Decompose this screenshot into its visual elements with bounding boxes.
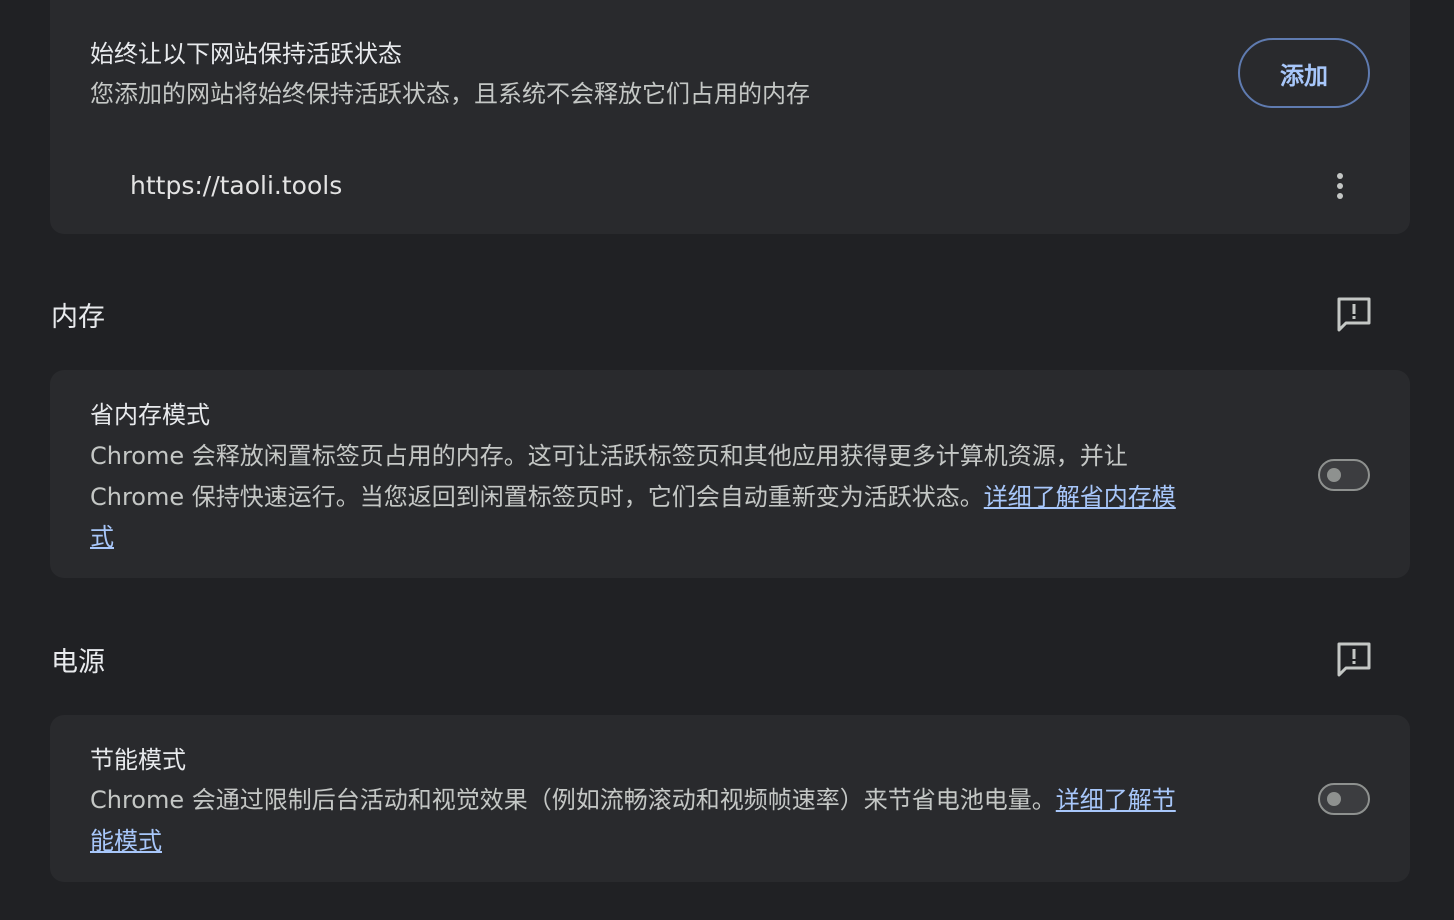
energy-saver-title: 节能模式 xyxy=(90,746,186,774)
menu-dot xyxy=(1337,173,1343,179)
power-section-header: 电源 xyxy=(51,647,105,678)
memory-saver-card: 省内存模式 Chrome 会释放闲置标签页占用的内存。这可让活跃标签页和其他应用… xyxy=(50,370,1410,578)
memory-desc-line1: Chrome 会释放闲置标签页占用的内存。这可让活跃标签页和其他应用获得更多计算… xyxy=(90,442,1128,470)
more-vert-icon[interactable] xyxy=(1328,170,1352,202)
power-learn-more-link-cont[interactable]: 能模式 xyxy=(90,827,162,855)
power-learn-more-link[interactable]: 详细了解节 xyxy=(1056,786,1176,814)
memory-feedback-icon[interactable] xyxy=(1334,294,1374,334)
power-desc: Chrome 会通过限制后台活动和视觉效果（例如流畅滚动和视频帧速率）来节省电池… xyxy=(90,786,1056,814)
power-feedback-icon[interactable] xyxy=(1334,639,1374,679)
keep-active-description: 您添加的网站将始终保持活跃状态，且系统不会释放它们占用的内存 xyxy=(90,80,810,108)
add-site-button[interactable]: 添加 xyxy=(1238,38,1370,108)
performance-settings-page: 始终让以下网站保持活跃状态 您添加的网站将始终保持活跃状态，且系统不会释放它们占… xyxy=(0,0,1454,920)
toggle-knob xyxy=(1327,792,1341,806)
energy-saver-toggle[interactable] xyxy=(1318,783,1370,815)
menu-dot xyxy=(1337,193,1343,199)
memory-saver-title: 省内存模式 xyxy=(90,401,210,429)
keep-active-card: 始终让以下网站保持活跃状态 您添加的网站将始终保持活跃状态，且系统不会释放它们占… xyxy=(50,0,1410,234)
memory-saver-toggle[interactable] xyxy=(1318,459,1370,491)
menu-dot xyxy=(1337,183,1343,189)
memory-desc-line2: Chrome 保持快速运行。当您返回到闲置标签页时，它们会自动重新变为活跃状态。 xyxy=(90,482,984,511)
toggle-knob xyxy=(1327,468,1341,482)
memory-learn-more-link-cont[interactable]: 式 xyxy=(90,523,114,551)
energy-saver-card: 节能模式 Chrome 会通过限制后台活动和视觉效果（例如流畅滚动和视频帧速率）… xyxy=(50,715,1410,882)
site-url: https://taoli.tools xyxy=(130,171,343,200)
energy-saver-description: Chrome 会通过限制后台活动和视觉效果（例如流畅滚动和视频帧速率）来节省电池… xyxy=(90,780,1265,861)
memory-section-header: 内存 xyxy=(51,302,105,333)
memory-learn-more-link[interactable]: 详细了解省内存模 xyxy=(984,483,1176,511)
keep-active-title: 始终让以下网站保持活跃状态 xyxy=(90,40,402,68)
memory-saver-description: Chrome 会释放闲置标签页占用的内存。这可让活跃标签页和其他应用获得更多计算… xyxy=(90,436,1265,558)
